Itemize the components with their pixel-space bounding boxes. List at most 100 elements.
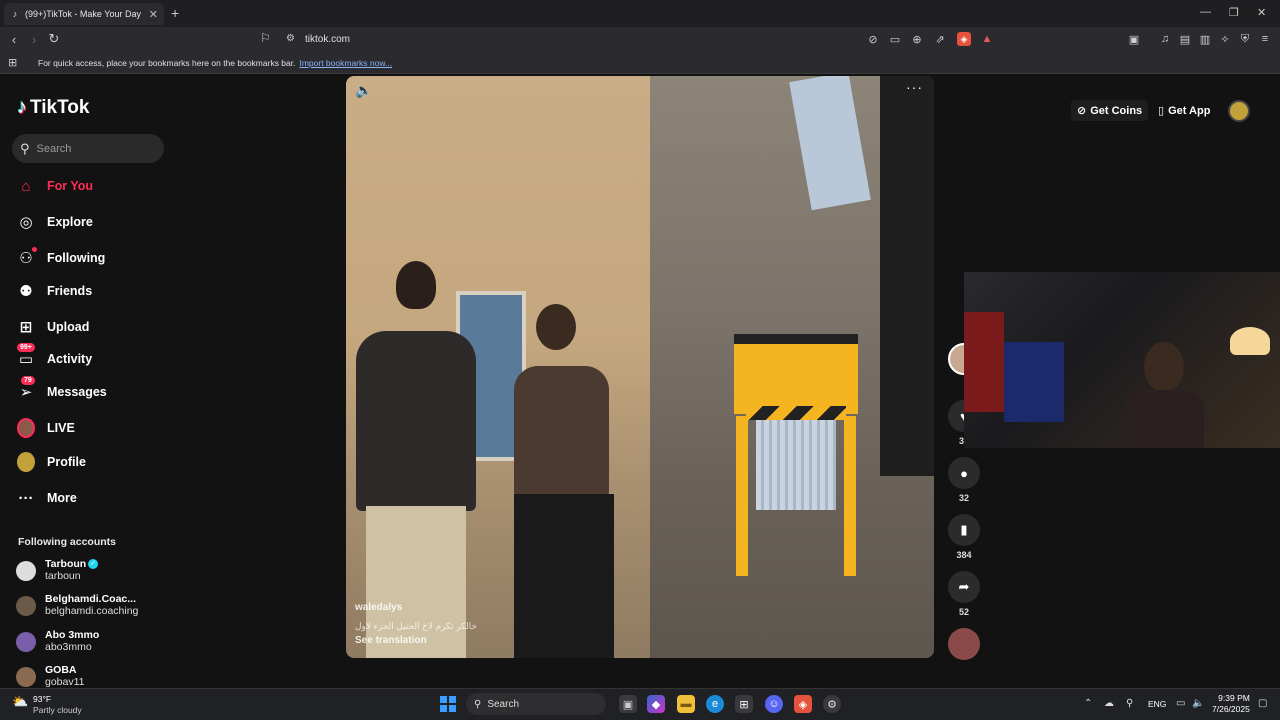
app-icon[interactable]: ⚙ (823, 695, 841, 713)
vpn-icon[interactable]: ⛨ (1238, 32, 1252, 46)
brave-rewards-icon[interactable]: ▲ (980, 32, 994, 46)
video-author[interactable]: waledalys (355, 602, 402, 613)
search-input[interactable] (36, 142, 147, 155)
monitor-glow-shape (1004, 342, 1064, 422)
restore-icon[interactable]: ❐ (1229, 6, 1239, 19)
sidebar-icon[interactable]: ▤ (1178, 32, 1192, 46)
microphone-icon[interactable]: ⚲ (1126, 698, 1133, 709)
brave-icon[interactable]: ◈ (794, 695, 812, 713)
task-view-icon[interactable]: ▣ (619, 695, 637, 713)
verified-badge-icon: ✓ (88, 559, 99, 570)
volume-icon[interactable]: 🔈 (355, 82, 372, 99)
start-icon[interactable] (440, 696, 456, 712)
discord-icon[interactable]: ☺ (765, 695, 783, 713)
sound-avatar[interactable] (948, 628, 980, 660)
comment-button[interactable]: ● 32 (948, 457, 980, 503)
nav-more[interactable]: ··· More (17, 489, 77, 507)
following-account[interactable]: Tarboun ✓ tarboun (16, 558, 99, 583)
nav-messages[interactable]: ➢ 79 Messages (17, 376, 107, 401)
copilot-icon[interactable]: ◆ (647, 695, 665, 713)
nav-profile[interactable]: Profile (17, 452, 86, 472)
language-indicator[interactable]: ENG (1148, 699, 1166, 709)
onedrive-icon[interactable]: ☁ (1104, 698, 1114, 709)
clock[interactable]: 9:39 PM 7/26/2025 (1212, 693, 1250, 715)
nav-following[interactable]: ⚇ Following (17, 247, 105, 267)
edge-icon[interactable]: e (706, 695, 724, 713)
bookmark-icon[interactable]: ⚐ (260, 31, 271, 45)
nav-live[interactable]: LIVE (17, 418, 75, 438)
network-icon[interactable]: ▭ (1176, 698, 1185, 709)
get-app-button[interactable]: ▯ Get App (1152, 100, 1216, 121)
weather-icon[interactable]: ⛅ (12, 694, 28, 710)
tiktok-logo[interactable]: ♪ TikTok (17, 96, 89, 119)
paper-sheet-shape (789, 76, 871, 211)
taskbar-search[interactable]: ⚲ Search (466, 693, 606, 715)
zoom-icon[interactable]: ⊕ (910, 32, 924, 46)
minimize-icon[interactable]: — (1200, 6, 1211, 18)
phone-icon: ▯ (1158, 105, 1165, 117)
more-options-icon[interactable]: ··· (906, 79, 923, 95)
search-bar[interactable]: ⚲ (12, 134, 164, 163)
bookmarks-hint: For quick access, place your bookmarks h… (38, 58, 392, 68)
video-player[interactable]: 🔈 ··· waledalys خالكر تكرم لاخ الحنيل ال… (346, 76, 934, 658)
webcam-overlay (964, 272, 1280, 448)
volume-tray-icon[interactable]: 🔈 (1192, 698, 1204, 709)
weather-desc[interactable]: Partly cloudy (33, 705, 82, 715)
video-caption: خالكر تكرم لاخ الحنيل الجزء لاول (355, 621, 478, 631)
leo-ai-icon[interactable]: ✧ (1218, 32, 1232, 46)
new-tab-icon[interactable]: + (171, 5, 179, 21)
url-field[interactable]: tiktok.com (305, 34, 350, 45)
weather-temp[interactable]: 93°F (33, 694, 51, 704)
share-icon[interactable]: ⇗ (933, 32, 947, 46)
close-tab-icon[interactable]: ✕ (149, 8, 158, 21)
following-account[interactable]: GOBA gobav11 (16, 664, 85, 689)
paper-plane-icon: ➢ 79 (17, 376, 35, 401)
media-icon[interactable]: ▣ (1127, 32, 1141, 46)
clock-date: 7/26/2025 (1212, 704, 1250, 714)
see-translation-link[interactable]: See translation (355, 635, 427, 646)
site-info-icon[interactable]: ⚙ (286, 33, 295, 44)
share-button[interactable]: ➦ 52 (948, 571, 980, 617)
file-explorer-icon[interactable]: ▬ (677, 695, 695, 713)
machine-leg-shape (844, 416, 856, 576)
no-tracking-icon[interactable]: ⊘ (866, 32, 880, 46)
nav-label: Explore (47, 215, 93, 229)
save-button[interactable]: ▮ 384 (948, 514, 980, 560)
menu-icon[interactable]: ≡ (1258, 32, 1272, 46)
following-account[interactable]: Belghamdi.Coac... belghamdi.coaching (16, 593, 138, 618)
coin-icon: ⊘ (1077, 105, 1087, 117)
browser-tab-bar (0, 0, 1280, 27)
get-coins-button[interactable]: ⊘ Get Coins (1071, 100, 1149, 121)
nav-explore[interactable]: ◎ Explore (17, 213, 93, 231)
brave-shields-icon[interactable]: ◈ (957, 32, 971, 46)
tiktok-favicon-icon: ♪ (12, 9, 18, 19)
forward-icon[interactable]: › (26, 31, 42, 47)
back-icon[interactable]: ‹ (6, 31, 22, 47)
wallet-icon[interactable]: ▥ (1198, 32, 1212, 46)
notifications-icon[interactable]: ▢ (1258, 698, 1267, 709)
tray-overflow-icon[interactable]: ⌃ (1084, 698, 1092, 709)
account-handle: abo3mmo (45, 641, 92, 653)
nav-friends[interactable]: ⚉ Friends (17, 282, 92, 300)
bookmark-icon: ▮ (948, 514, 980, 546)
following-account[interactable]: Abo 3mmo abo3mmo (16, 629, 99, 654)
search-icon: ⚲ (474, 698, 482, 710)
apps-grid-icon[interactable]: ⊞ (8, 56, 17, 69)
cast-icon[interactable]: ▭ (888, 32, 902, 46)
person-head-shape (536, 304, 576, 350)
person-head-shape (396, 261, 436, 309)
user-avatar[interactable] (1228, 100, 1250, 122)
nav-activity[interactable]: ▭ 99+ Activity (17, 343, 92, 368)
account-name: Abo 3mmo (45, 629, 100, 641)
music-icon[interactable]: ♫ (1158, 32, 1172, 46)
music-disc-icon (948, 628, 980, 660)
nav-for-you[interactable]: ⌂ For You (17, 177, 93, 195)
browser-tab[interactable]: ♪ (99+)TikTok - Make Your Day ✕ (4, 3, 164, 25)
store-icon[interactable]: ⊞ (735, 695, 753, 713)
close-window-icon[interactable]: ✕ (1257, 6, 1266, 19)
streamer-body-shape (1124, 390, 1204, 448)
upload-icon: ⊞ (19, 319, 33, 336)
reload-icon[interactable]: ↻ (46, 31, 62, 47)
nav-upload[interactable]: ⊞ Upload (17, 318, 90, 336)
import-bookmarks-link[interactable]: Import bookmarks now... (299, 58, 392, 68)
